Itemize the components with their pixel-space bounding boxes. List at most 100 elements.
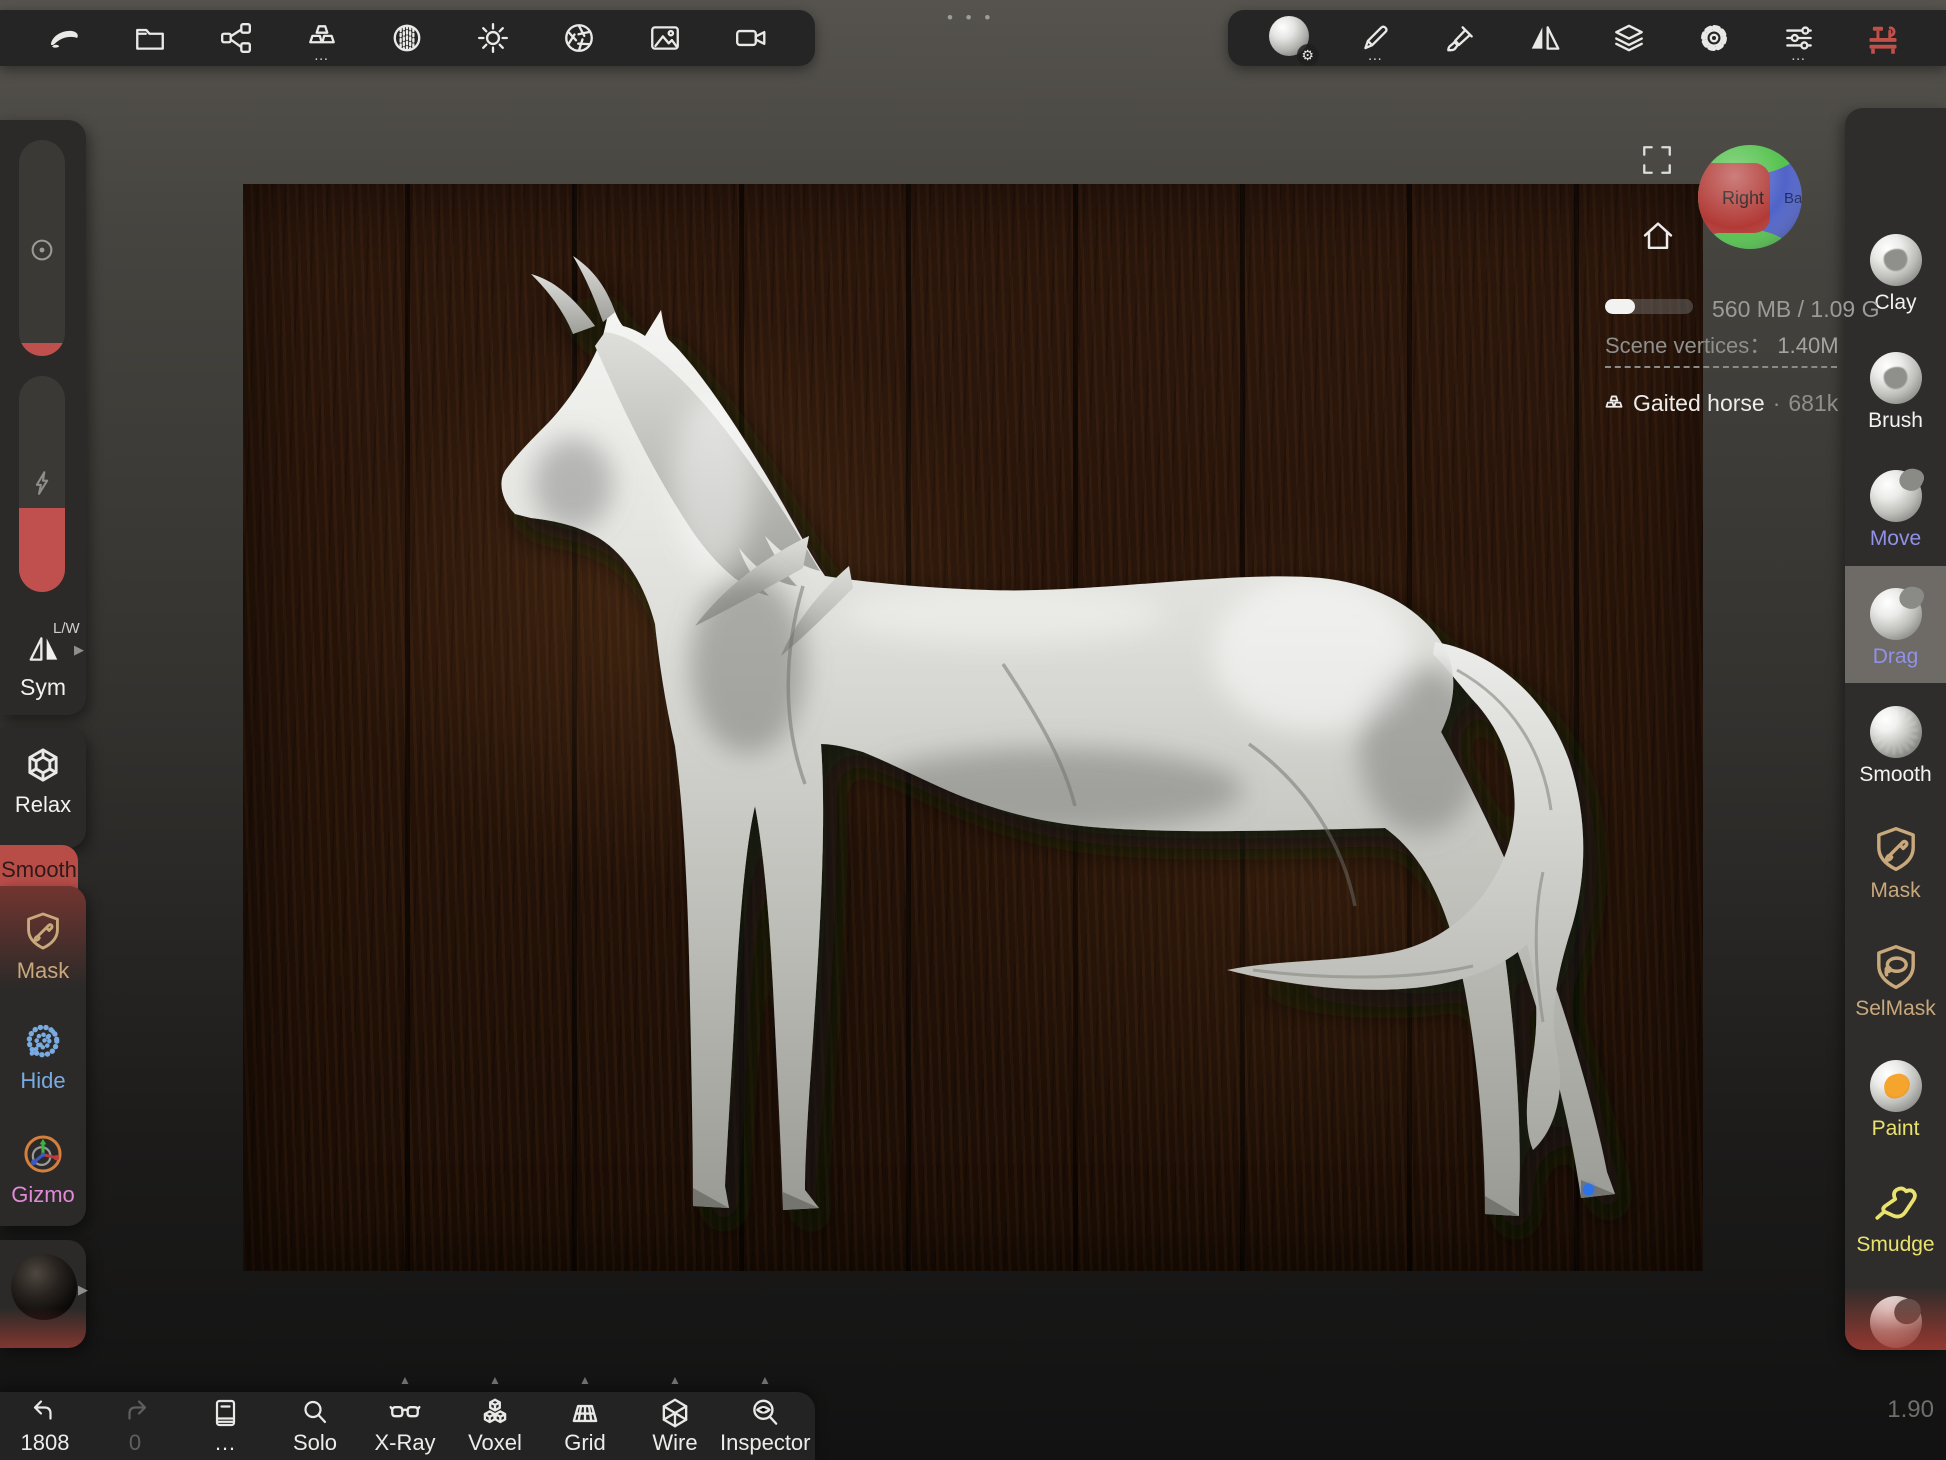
mask-shield-icon — [0, 910, 86, 952]
scene-vertices-value: 1.40M — [1777, 333, 1838, 358]
redo-count: 0 — [90, 1430, 180, 1456]
memory-usage-bar — [1605, 299, 1693, 314]
paint-sphere-icon — [1845, 1060, 1946, 1112]
nomad-sculpt-app: … • • • ⚙ … … L/W — [0, 0, 1946, 1460]
left-material-panel[interactable] — [0, 1240, 86, 1348]
gizmo-axes-icon — [0, 1132, 86, 1176]
tool-brush[interactable]: Brush — [1845, 352, 1946, 433]
object-separator: · — [1773, 390, 1781, 417]
sym-expand-arrow[interactable]: ▶ — [74, 642, 84, 658]
object-name: Gaited horse — [1633, 390, 1765, 417]
toggle-label: Wire — [630, 1430, 720, 1456]
fullscreen-button[interactable] — [1640, 143, 1674, 177]
postprocess-button[interactable] — [557, 16, 601, 60]
toggle-label: Grid — [540, 1430, 630, 1456]
gizmo-label: Gizmo — [0, 1182, 86, 1208]
intensity-slider[interactable] — [19, 376, 65, 592]
tool-move[interactable]: Move — [1845, 470, 1946, 551]
symmetry-mirror-button[interactable] — [1523, 16, 1567, 60]
radius-slider[interactable] — [19, 140, 65, 356]
top-left-toolbar: … — [0, 10, 815, 66]
scene-graph-button[interactable] — [214, 16, 258, 60]
intensity-slider-fill — [19, 508, 65, 592]
tool-smudge[interactable]: Smudge — [1845, 1178, 1946, 1257]
left-relax-panel: Relax — [0, 728, 86, 848]
active-object-row[interactable]: Gaited horse · 681k — [1603, 390, 1838, 417]
undo-count: 1808 — [0, 1430, 90, 1456]
tool-label: Move — [1845, 527, 1946, 551]
mask-shield-icon — [1845, 824, 1946, 874]
brush-tool-sidebar: Clay Brush Move Drag Smooth Mask SelMask — [1845, 108, 1946, 1350]
toolbox-button[interactable] — [1861, 16, 1905, 60]
move-sphere-icon — [1845, 470, 1946, 522]
painting-button[interactable] — [1438, 16, 1482, 60]
smudge-finger-icon — [1845, 1178, 1946, 1228]
options-caret[interactable]: ▲ — [669, 1373, 681, 1387]
mesh-pyramid-button[interactable]: … — [300, 16, 344, 60]
notes-overflow-label: … — [180, 1430, 270, 1456]
memory-usage-fill — [1605, 299, 1635, 314]
tool-label: Smudge — [1845, 1233, 1946, 1257]
topology-button[interactable] — [385, 16, 429, 60]
options-caret[interactable]: ▲ — [399, 1373, 411, 1387]
symmetry-toggle[interactable]: L/W ▶ Sym — [0, 612, 86, 712]
top-right-toolbar: ⚙ … … — [1228, 10, 1946, 66]
toggle-label: X-Ray — [360, 1430, 450, 1456]
camera-button[interactable] — [729, 16, 773, 60]
tool-smooth[interactable]: Smooth — [1845, 706, 1946, 787]
material-matcap-button[interactable]: ⚙ — [1269, 16, 1313, 60]
overflow-dots: … — [1367, 51, 1383, 61]
left-mask-panel: Mask Hide Gizmo — [0, 886, 86, 1226]
material-expand-arrow[interactable]: ▶ — [78, 1282, 88, 1298]
toggle-label: Voxel — [450, 1430, 540, 1456]
tool-label: Mask — [1845, 879, 1946, 903]
hide-dotted-icon — [0, 1020, 86, 1062]
left-slider-panel: L/W ▶ Sym — [0, 120, 86, 715]
lighting-button[interactable] — [471, 16, 515, 60]
tool-label: Drag — [1845, 645, 1946, 669]
sculpt-viewport[interactable] — [243, 184, 1703, 1271]
home-view-button[interactable] — [1640, 218, 1676, 254]
radius-slider-fill — [19, 343, 65, 356]
relax-button[interactable]: Relax — [0, 744, 86, 818]
mask-button[interactable]: Mask — [0, 910, 86, 984]
relax-web-icon — [0, 744, 86, 786]
toggle-label: Inspector — [720, 1430, 810, 1456]
sym-mirror-icon — [27, 632, 61, 666]
background-image-button[interactable] — [643, 16, 687, 60]
gizmo-button[interactable]: Gizmo — [0, 1132, 86, 1208]
tool-selmask[interactable]: SelMask — [1845, 942, 1946, 1021]
material-sphere-preview — [11, 1254, 77, 1320]
sym-label: Sym — [0, 674, 86, 701]
options-caret[interactable]: ▲ — [489, 1373, 501, 1387]
files-button[interactable] — [128, 16, 172, 60]
selmask-shield-icon — [1845, 942, 1946, 992]
options-caret[interactable]: ▲ — [759, 1373, 771, 1387]
filters-sliders-button[interactable]: … — [1777, 16, 1821, 60]
object-vertex-count: 681k — [1788, 390, 1838, 417]
horse-model — [243, 184, 1703, 1271]
stroke-pencil-button[interactable]: … — [1353, 16, 1397, 60]
smooth-sphere-icon — [1845, 706, 1946, 758]
tool-drag[interactable]: Drag — [1845, 588, 1946, 669]
hide-button[interactable]: Hide — [0, 1020, 86, 1094]
sidebar-scroll-fade — [1845, 1286, 1946, 1350]
orientation-nav-ball[interactable]: Right Ba — [1696, 143, 1804, 251]
tool-label: SelMask — [1845, 997, 1946, 1021]
multitasking-dots[interactable]: • • • — [947, 8, 994, 28]
tool-label: Smooth — [1845, 763, 1946, 787]
mesh-pyramid-icon — [1603, 393, 1625, 415]
clay-sphere-icon — [1845, 234, 1946, 286]
layers-button[interactable] — [1607, 16, 1651, 60]
nomad-logo-icon[interactable] — [42, 16, 86, 60]
overflow-dots: … — [1791, 51, 1807, 61]
info-divider — [1605, 366, 1837, 368]
scene-vertices-readout: Scene vertices： 1.40M — [1605, 328, 1865, 360]
options-caret[interactable]: ▲ — [579, 1373, 591, 1387]
overflow-dots: … — [314, 51, 330, 61]
settings-gear-button[interactable] — [1692, 16, 1736, 60]
material-gear-badge: ⚙ — [1297, 44, 1319, 66]
mask-label: Mask — [0, 958, 86, 984]
tool-mask[interactable]: Mask — [1845, 824, 1946, 903]
tool-paint[interactable]: Paint — [1845, 1060, 1946, 1141]
